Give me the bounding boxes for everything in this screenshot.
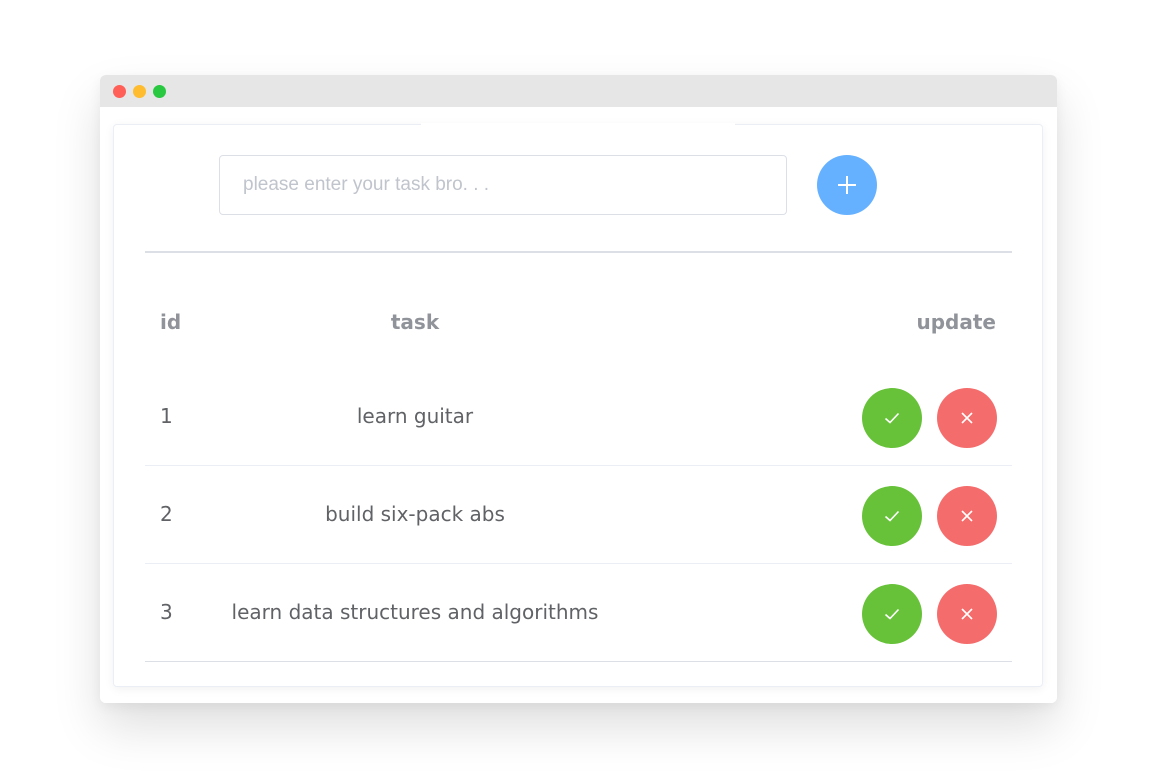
column-header-update: update — [916, 310, 997, 334]
card-top-highlight — [421, 123, 735, 127]
complete-task-button[interactable] — [862, 388, 922, 448]
browser-window: id task update 1 learn guitar — [100, 75, 1057, 703]
window-minimize-dot[interactable] — [133, 85, 146, 98]
delete-task-button[interactable] — [937, 388, 997, 448]
check-icon — [884, 608, 900, 620]
close-icon — [961, 608, 973, 620]
close-icon — [961, 412, 973, 424]
close-icon — [961, 510, 973, 522]
table-row: 1 learn guitar — [145, 368, 1012, 466]
task-text: build six-pack abs — [325, 502, 505, 526]
delete-task-button[interactable] — [937, 584, 997, 644]
todo-card: id task update 1 learn guitar — [113, 123, 1043, 687]
divider — [145, 251, 1012, 253]
task-text: learn data structures and algorithms — [231, 600, 599, 624]
page-content: id task update 1 learn guitar — [100, 107, 1057, 703]
window-maximize-dot[interactable] — [153, 85, 166, 98]
check-icon — [884, 510, 900, 522]
delete-task-button[interactable] — [937, 486, 997, 546]
title-bar — [100, 75, 1057, 107]
column-header-task: task — [390, 310, 440, 334]
check-icon — [884, 412, 900, 424]
table-row: 3 learn data structures and algorithms — [145, 564, 1012, 662]
plus-icon — [838, 176, 856, 194]
table-header: id task update — [145, 280, 1012, 368]
task-table: id task update 1 learn guitar 2 build si… — [145, 280, 1012, 662]
task-text: learn guitar — [356, 404, 474, 428]
complete-task-button[interactable] — [862, 584, 922, 644]
task-input[interactable] — [219, 155, 787, 215]
complete-task-button[interactable] — [862, 486, 922, 546]
table-row: 2 build six-pack abs — [145, 466, 1012, 564]
add-task-button[interactable] — [817, 155, 877, 215]
window-close-dot[interactable] — [113, 85, 126, 98]
